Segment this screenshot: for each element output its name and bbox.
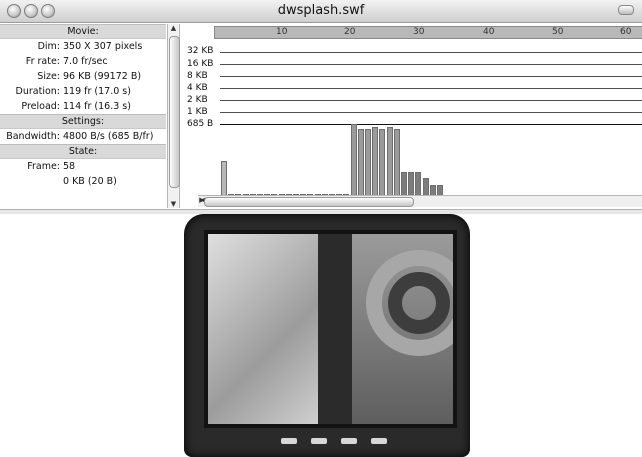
graph-bar-24 — [393, 128, 400, 200]
dim-value: 350 X 307 pixels — [63, 41, 143, 52]
graph-bar-19 — [357, 128, 364, 200]
graph-bar-23 — [386, 126, 393, 200]
graph-bar-20 — [365, 128, 371, 200]
info-scroll-thumb[interactable] — [169, 36, 180, 188]
frame-size-value: 0 KB (20 B) — [63, 176, 117, 187]
movie-info-panel: Movie: Dim: 350 X 307 pixels Fr rate: 7.0 … — [0, 24, 166, 208]
ruler-label-40: 40 — [483, 27, 495, 37]
tv-controls — [274, 434, 394, 448]
scroll-down-icon[interactable]: ▼ — [168, 200, 179, 208]
graph-y-label-32kb: 32 KB — [187, 46, 214, 56]
preload-label: Preload: — [21, 101, 60, 112]
graph-scroll-thumb[interactable] — [204, 197, 414, 207]
graph-y-label-685b: 685 B — [187, 119, 214, 129]
grid-line-1kb — [220, 112, 642, 113]
movie-section-header: Movie: — [0, 24, 166, 39]
grid-line-8kb — [220, 76, 642, 77]
ruler-label-60: 60 — [620, 27, 632, 37]
bandwidth-value: 4800 B/s (685 B/fr) — [63, 131, 154, 142]
tv-control-1 — [281, 438, 297, 444]
dim-label: Dim: — [37, 41, 60, 52]
graph-horizontal-scrollbar[interactable]: ◀ ▶ — [198, 195, 642, 207]
settings-section-header: Settings: — [0, 114, 166, 129]
ruler-label-20: 20 — [344, 27, 356, 37]
scroll-up-icon[interactable]: ▲ — [168, 24, 179, 32]
movie-stage — [0, 214, 642, 457]
duration-value: 119 fr (17.0 s) — [63, 86, 131, 97]
grid-line-4kb — [220, 88, 642, 89]
state-section-header: State: — [0, 144, 166, 159]
grid-line-32kb — [220, 52, 642, 53]
tv-panel-left — [208, 234, 318, 424]
frame-label: Frame: — [27, 161, 60, 172]
frame-value: 58 — [63, 161, 76, 172]
frame-rate-label: Fr rate: — [25, 56, 60, 67]
tv-control-3 — [341, 438, 357, 444]
preload-value: 114 fr (16.3 s) — [63, 101, 131, 112]
scroll-right-icon[interactable]: ▶ — [198, 196, 206, 204]
tv-monitor — [184, 214, 470, 457]
tv-panel-middle — [318, 234, 352, 424]
grid-line-2kb — [220, 100, 642, 101]
title-bar: dwsplash.swf — [0, 0, 642, 23]
tv-screen — [204, 230, 457, 428]
window-resize-knob-icon[interactable] — [618, 5, 634, 15]
bandwidth-limit-line — [220, 124, 642, 125]
graph-bar-21 — [372, 126, 379, 200]
graph-y-label-4kb: 4 KB — [187, 83, 208, 93]
info-vertical-scrollbar[interactable]: ▲ ▼ — [167, 24, 180, 208]
graph-y-label-2kb: 2 KB — [187, 95, 208, 105]
graph-y-label-1kb: 1 KB — [187, 107, 208, 117]
tv-control-2 — [311, 438, 327, 444]
frame-ruler[interactable]: 10 20 30 40 50 60 — [214, 26, 642, 39]
graph-bar-22 — [379, 128, 386, 200]
bandwidth-label: Bandwidth: — [6, 131, 60, 142]
player-window: dwsplash.swf Movie: Dim: 350 X 307 pixels… — [0, 0, 642, 457]
window-title: dwsplash.swf — [277, 3, 365, 18]
tv-ring-inner — [388, 272, 450, 334]
ruler-label-30: 30 — [413, 27, 425, 37]
ruler-label-50: 50 — [552, 27, 564, 37]
grid-line-16kb — [220, 64, 642, 65]
tv-control-4 — [371, 438, 387, 444]
size-value: 96 KB (99172 B) — [63, 71, 142, 82]
graph-bar-18 — [350, 124, 357, 200]
ruler-label-10: 10 — [276, 27, 288, 37]
bandwidth-graph: 32 KB 16 KB 8 KB 4 KB 2 KB 1 KB 685 B — [185, 40, 642, 200]
graph-y-label-16kb: 16 KB — [187, 59, 214, 69]
size-label: Size: — [37, 71, 60, 82]
duration-label: Duration: — [15, 86, 60, 97]
graph-y-label-8kb: 8 KB — [187, 71, 208, 81]
frame-rate-value: 7.0 fr/sec — [63, 56, 108, 67]
